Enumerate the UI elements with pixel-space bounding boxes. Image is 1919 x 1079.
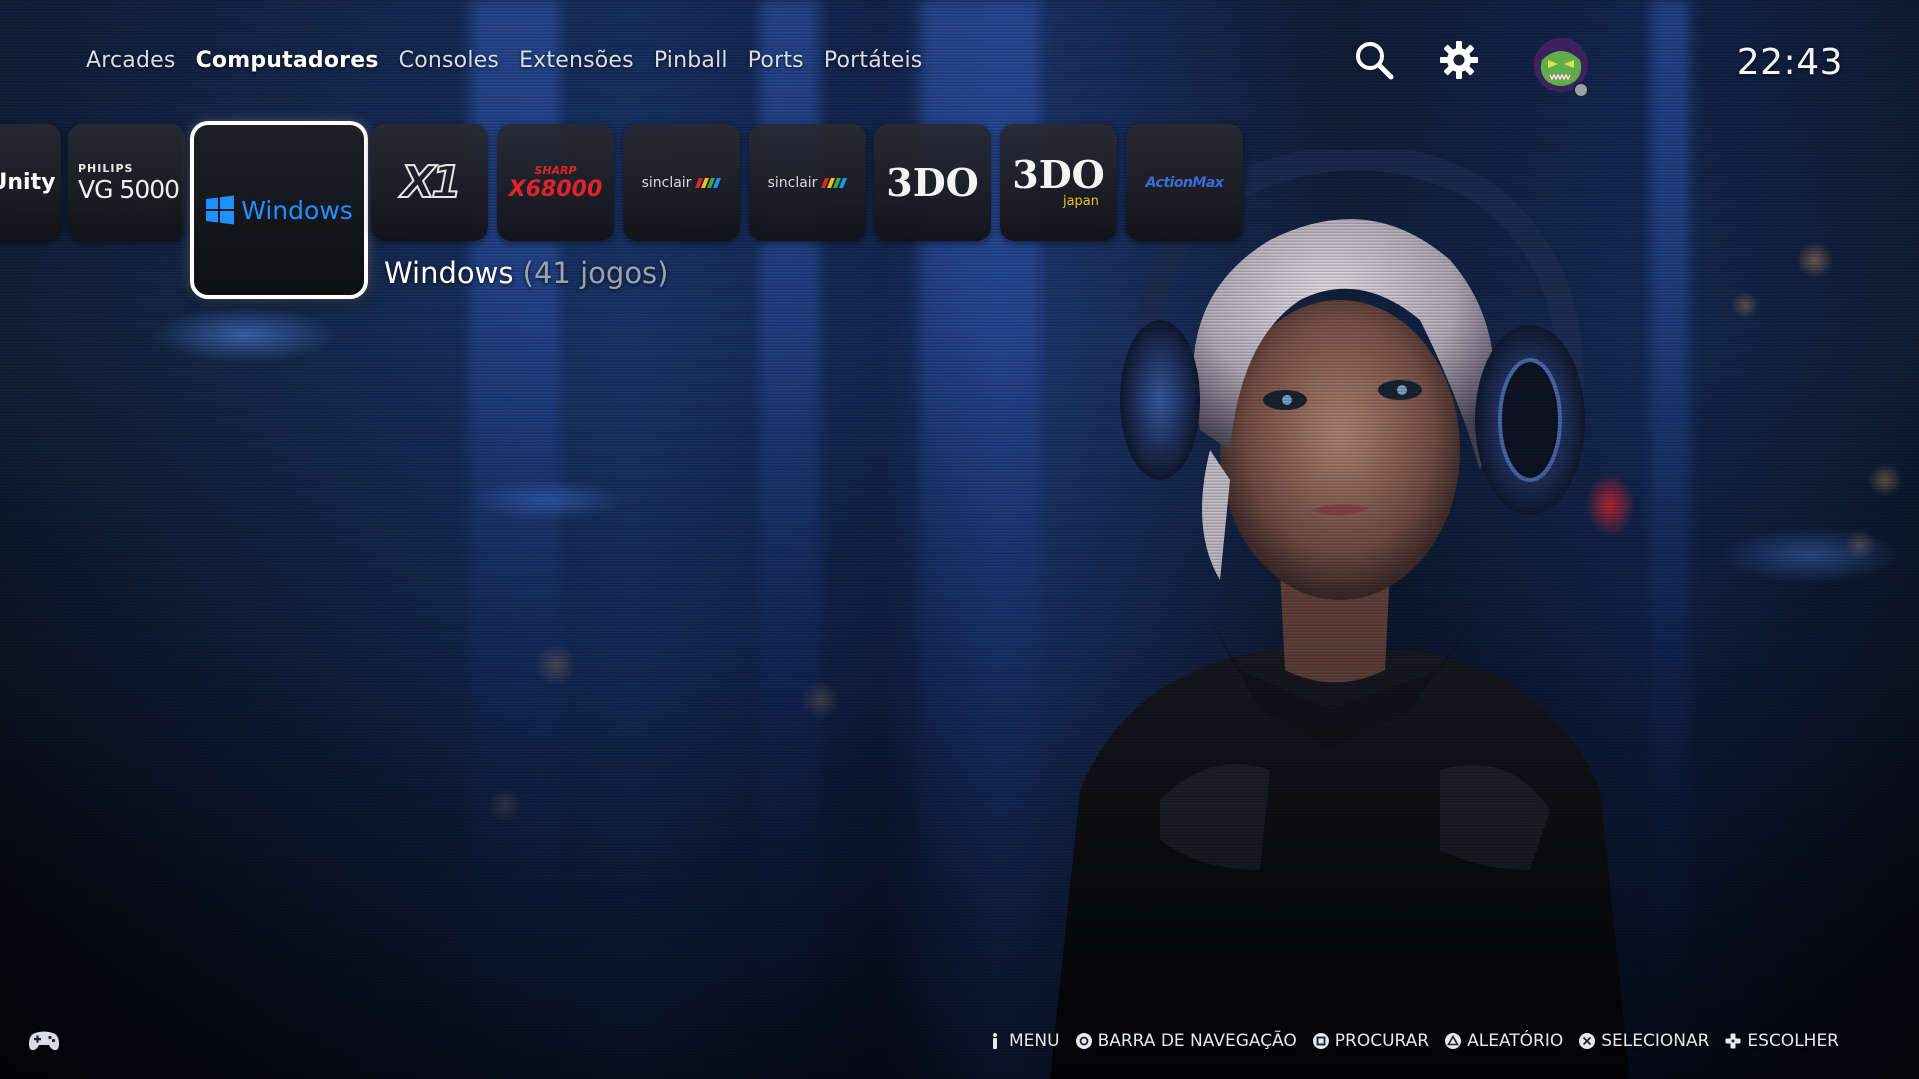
help-label: BARRA DE NAVEGAÇÃO (1097, 1031, 1297, 1051)
search-button[interactable] (1352, 38, 1396, 82)
system-tile-philips-vg5000[interactable]: PHILIPS VG 5000 (68, 124, 185, 241)
help-label: SELECIONAR (1601, 1031, 1710, 1051)
square-button-icon (1312, 1033, 1329, 1049)
system-logo: Unity (0, 170, 56, 195)
system-tile-actionmax[interactable]: ActionMax (1126, 124, 1243, 241)
help-label: ESCOLHER (1747, 1031, 1839, 1051)
help-random: ALEATÓRIO (1445, 1031, 1563, 1051)
system-logo: 3DO (1012, 152, 1105, 197)
circle-button-icon (1075, 1033, 1092, 1049)
system-logo: ActionMax (1145, 174, 1224, 191)
system-logo: VG 5000 (78, 174, 180, 204)
triangle-button-icon (1445, 1033, 1462, 1049)
system-tile-sinclair-zxspectrum[interactable]: sinclair (749, 124, 866, 241)
game-count: (41 jogos) (522, 256, 669, 290)
system-tile-sinclair-zx81[interactable]: sinclair (623, 124, 740, 241)
system-tile-3do-japan[interactable]: 3DO japan (1000, 124, 1117, 241)
gear-icon (1440, 41, 1478, 79)
system-tile-x1[interactable]: X1 (371, 124, 488, 241)
help-label: PROCURAR (1334, 1031, 1430, 1051)
system-logo: Windows (241, 195, 353, 225)
help-menu: MENU (987, 1031, 1060, 1051)
help-choose: ESCOLHER (1725, 1031, 1839, 1051)
info-icon (987, 1033, 1003, 1049)
help-navigation-bar: BARRA DE NAVEGAÇÃO (1075, 1031, 1297, 1051)
cross-button-icon (1579, 1033, 1596, 1049)
settings-button[interactable] (1437, 38, 1481, 82)
system-logo: X1 (400, 156, 462, 209)
system-tile-3do[interactable]: 3DO (874, 124, 991, 241)
controller-button[interactable] (28, 1030, 60, 1056)
rainbow-stripes-icon (695, 177, 722, 188)
help-label: MENU (1008, 1031, 1060, 1051)
system-logo-brand: PHILIPS (78, 161, 134, 175)
clock: 22:43 (1736, 42, 1843, 83)
system-logo-brand: SHARP (534, 163, 577, 177)
selected-system-caption: Windows (41 jogos) (384, 256, 668, 290)
gamepad-icon (29, 1031, 59, 1051)
system-tile-unity[interactable]: Unity (0, 124, 61, 241)
help-label: ALEATÓRIO (1467, 1031, 1564, 1051)
status-indicator (1573, 82, 1589, 98)
button-help-bar: MENU BARRA DE NAVEGAÇÃO PROCURAR ALEATÓR… (971, 1031, 1839, 1051)
system-logo: sinclair (641, 174, 692, 191)
system-logo: 3DO (886, 160, 979, 205)
system-logo: X68000 (508, 176, 603, 202)
system-logo-subtitle: japan (1062, 194, 1099, 209)
search-icon (1356, 42, 1394, 80)
system-carousel: Unity PHILIPS VG 5000 Windows X1 SHARP X… (0, 121, 1919, 304)
selected-system-name: Windows (384, 256, 514, 290)
rainbow-stripes-icon (821, 177, 848, 188)
system-tile-sharp-x68000[interactable]: SHARP X68000 (497, 124, 614, 241)
dpad-icon (1725, 1033, 1741, 1049)
windows-logo-icon (206, 195, 235, 225)
help-select: SELECIONAR (1579, 1031, 1709, 1051)
system-logo: sinclair (767, 174, 818, 191)
header-actions (0, 38, 1919, 88)
help-search: PROCURAR (1312, 1031, 1430, 1051)
system-tile-windows[interactable]: Windows (190, 121, 368, 299)
